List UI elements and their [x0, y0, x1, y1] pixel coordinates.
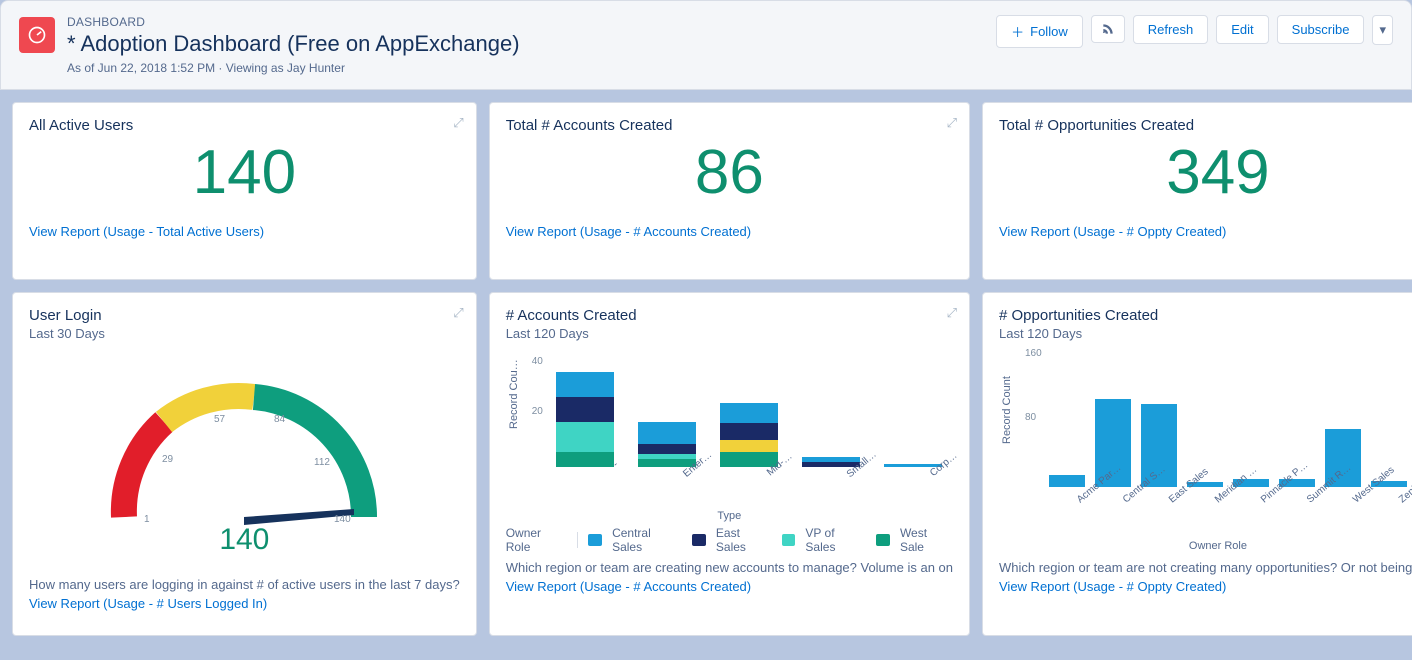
card-caption: How many users are logging in against # …	[29, 577, 460, 592]
bar-chart: Record Count 80 160 Acme Par… Central S…	[999, 347, 1412, 552]
more-actions-button[interactable]: ▾	[1372, 15, 1393, 45]
bar	[1049, 475, 1085, 487]
legend-swatch	[876, 534, 890, 546]
card-accounts-total: ⤢ Total # Accounts Created 86 View Repor…	[489, 102, 970, 280]
chevron-down-icon: ▾	[1379, 22, 1386, 38]
legend-label: West Sale	[900, 526, 953, 554]
expand-icon[interactable]: ⤢	[947, 115, 957, 131]
legend-swatch	[782, 534, 796, 546]
card-oppty-total: ⤢ Total # Opportunities Created 349 View…	[982, 102, 1412, 280]
edit-button[interactable]: Edit	[1216, 15, 1268, 44]
metric-value: 86	[506, 142, 953, 204]
page-title: * Adoption Dashboard (Free on AppExchang…	[67, 31, 520, 57]
legend-swatch	[692, 534, 706, 546]
card-subtitle: Last 120 Days	[506, 326, 953, 341]
legend-label: VP of Sales	[805, 526, 866, 554]
legend: Owner Role Central Sales East Sales VP o…	[506, 526, 953, 554]
card-accounts-chart: ⤢ # Accounts Created Last 120 Days Recor…	[489, 292, 970, 636]
title-area: DASHBOARD * Adoption Dashboard (Free on …	[19, 15, 520, 75]
breadcrumb: DASHBOARD	[67, 15, 520, 29]
card-user-login: ⤢ User Login Last 30 Days 1 29 57 84 112	[12, 292, 477, 636]
y-tick: 80	[1025, 412, 1036, 423]
card-title: User Login	[29, 307, 460, 324]
dashboard-page: DASHBOARD * Adoption Dashboard (Free on …	[0, 0, 1412, 660]
follow-button[interactable]: ＋ Follow	[996, 15, 1083, 48]
legend-label: Central Sales	[612, 526, 682, 554]
bar-col	[556, 372, 614, 467]
x-axis-label: Type	[506, 510, 953, 522]
card-caption: Which region or team are not creating ma…	[999, 560, 1412, 575]
page-meta: As of Jun 22, 2018 1:52 PM · Viewing as …	[67, 61, 520, 75]
svg-text:112: 112	[314, 457, 330, 468]
svg-text:1: 1	[144, 514, 150, 525]
card-title: # Accounts Created	[506, 307, 953, 324]
follow-label: Follow	[1030, 24, 1068, 39]
subscribe-button[interactable]: Subscribe	[1277, 15, 1365, 44]
svg-text:84: 84	[274, 414, 286, 425]
bar-col	[720, 403, 778, 467]
x-axis-label: Owner Role	[999, 540, 1412, 552]
bar-col	[638, 422, 696, 467]
metric-value: 349	[999, 142, 1412, 204]
feed-icon-button[interactable]	[1091, 15, 1125, 43]
view-report-link[interactable]: View Report (Usage - # Accounts Created)	[506, 224, 953, 239]
gauge: 1 29 57 84 112 140	[29, 347, 460, 537]
header-actions: ＋ Follow Refresh Edit Subscribe ▾	[996, 15, 1393, 48]
dashboard-header: DASHBOARD * Adoption Dashboard (Free on …	[0, 0, 1412, 90]
dashboard-icon	[19, 17, 55, 53]
card-active-users: ⤢ All Active Users 140 View Report (Usag…	[12, 102, 477, 280]
view-report-link[interactable]: View Report (Usage - # Oppty Created)	[999, 224, 1412, 239]
svg-text:29: 29	[162, 454, 174, 465]
expand-icon[interactable]: ⤢	[947, 305, 957, 321]
card-title: Total # Accounts Created	[506, 117, 953, 134]
dashboard-grid: ⤢ All Active Users 140 View Report (Usag…	[0, 90, 1412, 648]
legend-title: Owner Role	[506, 526, 568, 554]
svg-text:57: 57	[214, 414, 226, 425]
expand-icon[interactable]: ⤢	[453, 115, 463, 131]
view-report-link[interactable]: View Report (Usage - # Oppty Created)	[999, 579, 1412, 594]
card-title: # Opportunities Created	[999, 307, 1412, 324]
metric-value: 140	[29, 142, 460, 204]
svg-text:140: 140	[334, 514, 351, 525]
legend-swatch	[588, 534, 602, 546]
view-report-link[interactable]: View Report (Usage - Total Active Users)	[29, 224, 460, 239]
y-tick: 40	[532, 356, 543, 367]
stacked-bar-chart: Record Cou… 20 40	[506, 347, 953, 522]
y-tick: 160	[1025, 348, 1042, 359]
refresh-button[interactable]: Refresh	[1133, 15, 1209, 44]
y-tick: 20	[532, 406, 543, 417]
card-oppty-chart: ⤢ # Opportunities Created Last 120 Days …	[982, 292, 1412, 636]
legend-label: East Sales	[716, 526, 772, 554]
expand-icon[interactable]: ⤢	[453, 305, 463, 321]
view-report-link[interactable]: View Report (Usage - # Users Logged In)	[29, 596, 460, 611]
plus-icon: ＋	[1011, 22, 1024, 41]
card-subtitle: Last 120 Days	[999, 326, 1412, 341]
card-caption: Which region or team are creating new ac…	[506, 560, 953, 575]
card-title: Total # Opportunities Created	[999, 117, 1412, 134]
view-report-link[interactable]: View Report (Usage - # Accounts Created)	[506, 579, 953, 594]
card-title: All Active Users	[29, 117, 460, 134]
card-subtitle: Last 30 Days	[29, 326, 460, 341]
